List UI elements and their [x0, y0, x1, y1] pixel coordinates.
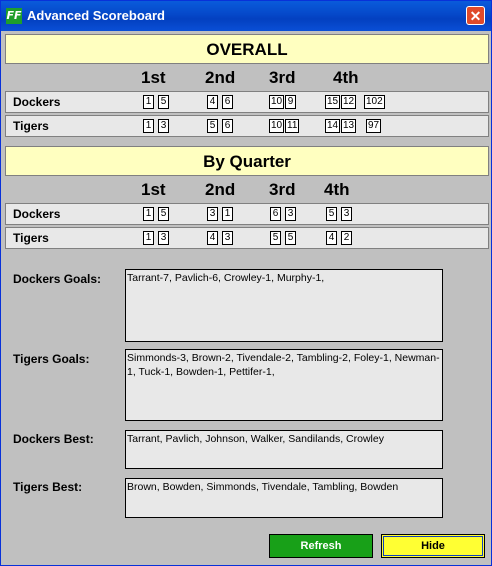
refresh-button[interactable]: Refresh [269, 534, 373, 558]
behinds-box: 1 [222, 207, 233, 221]
goals-box: 3 [207, 207, 218, 221]
title-bar[interactable]: FF Advanced Scoreboard ✕ [1, 1, 491, 31]
team-name: Dockers [13, 95, 61, 109]
goals-box: 5 [270, 231, 281, 245]
goals-box: 14 [325, 119, 341, 133]
by-quarter-heading: By Quarter [5, 146, 489, 176]
goals-box: 15 [325, 95, 341, 109]
dockers-best-field[interactable]: Tarrant, Pavlich, Johnson, Walker, Sandi… [125, 430, 443, 469]
goals-box: 1 [143, 231, 154, 245]
behinds-box: 3 [222, 231, 233, 245]
behinds-box: 13 [341, 119, 357, 133]
quarter-row-tigers: Tigers 1 3 4 3 5 5 4 2 [5, 227, 489, 249]
goals-box: 4 [207, 95, 218, 109]
behinds-box: 9 [285, 95, 296, 109]
tigers-goals-label: Tigers Goals: [13, 352, 90, 366]
behinds-box: 6 [222, 119, 233, 133]
app-logo-icon: FF [6, 8, 22, 24]
behinds-box: 2 [341, 231, 352, 245]
behinds-box: 3 [341, 207, 352, 221]
overall-heading: OVERALL [5, 34, 489, 64]
quarter-1-header: 1st [141, 180, 166, 199]
goals-box: 5 [326, 207, 337, 221]
goals-box: 1 [143, 119, 154, 133]
behinds-box: 5 [158, 95, 169, 109]
tigers-goals-field[interactable]: Simmonds-3, Brown-2, Tivendale-2, Tambli… [125, 349, 443, 421]
scoreboard-window: FF Advanced Scoreboard ✕ OVERALL 1st 2nd… [0, 0, 492, 566]
behinds-box: 5 [158, 207, 169, 221]
overall-quarter-4-header: 4th [333, 68, 359, 87]
tigers-best-field[interactable]: Brown, Bowden, Simmonds, Tivendale, Tamb… [125, 478, 443, 518]
dockers-goals-label: Dockers Goals: [13, 272, 102, 286]
goals-box: 10 [269, 95, 285, 109]
quarter-row-dockers: Dockers 1 5 3 1 6 3 5 3 [5, 203, 489, 225]
behinds-box: 3 [158, 231, 169, 245]
close-icon[interactable]: ✕ [466, 6, 485, 25]
behinds-box: 3 [158, 119, 169, 133]
goals-box: 6 [270, 207, 281, 221]
overall-quarter-2-header: 2nd [205, 68, 236, 87]
total-box: 97 [366, 119, 382, 133]
team-name: Tigers [13, 119, 49, 133]
team-name: Dockers [13, 207, 61, 221]
quarter-4-header: 4th [324, 180, 350, 199]
overall-quarter-1-header: 1st [141, 68, 166, 87]
dockers-best-label: Dockers Best: [13, 432, 94, 446]
behinds-box: 12 [341, 95, 357, 109]
window-title: Advanced Scoreboard [27, 8, 165, 23]
overall-row-dockers: Dockers 1 5 4 6 10 9 15 12 102 [5, 91, 489, 113]
hide-button[interactable]: Hide [381, 534, 485, 558]
goals-box: 1 [143, 207, 154, 221]
dockers-goals-field[interactable]: Tarrant-7, Pavlich-6, Crowley-1, Murphy-… [125, 269, 443, 342]
goals-box: 5 [207, 119, 218, 133]
quarter-2-header: 2nd [205, 180, 236, 199]
overall-quarter-3-header: 3rd [269, 68, 296, 87]
goals-box: 4 [326, 231, 337, 245]
behinds-box: 6 [222, 95, 233, 109]
overall-row-tigers: Tigers 1 3 5 6 10 11 14 13 97 [5, 115, 489, 137]
goals-box: 4 [207, 231, 218, 245]
tigers-best-label: Tigers Best: [13, 480, 83, 494]
team-name: Tigers [13, 231, 49, 245]
goals-box: 1 [143, 95, 154, 109]
behinds-box: 5 [285, 231, 296, 245]
behinds-box: 3 [285, 207, 296, 221]
behinds-box: 11 [285, 119, 300, 133]
goals-box: 10 [269, 119, 285, 133]
total-box: 102 [364, 95, 385, 109]
quarter-3-header: 3rd [269, 180, 296, 199]
